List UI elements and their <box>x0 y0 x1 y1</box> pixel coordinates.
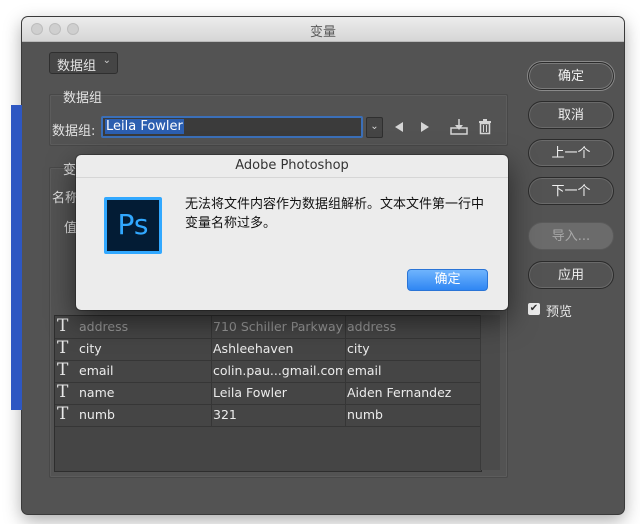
table-row[interactable]: T name Leila Fowler Aiden Fernandez <box>55 382 481 405</box>
dataset-select-dropdown[interactable]: ⌄ <box>366 117 383 138</box>
previous-dataset-arrow-icon[interactable] <box>394 121 404 133</box>
table-row[interactable]: T city Ashleehaven city <box>55 338 481 361</box>
ok-button[interactable]: 确定 <box>528 62 614 90</box>
variables-table: T address 710 Schiller Parkways address … <box>54 315 482 472</box>
next-button[interactable]: 下一个 <box>528 177 614 205</box>
apply-button[interactable]: 应用 <box>528 261 614 289</box>
cancel-button[interactable]: 取消 <box>528 101 614 129</box>
alert-title: Adobe Photoshop <box>235 158 349 173</box>
table-cell-value: address <box>347 319 397 334</box>
table-cell-value: colin.pau...gmail.com <box>213 363 343 378</box>
dataset-name-value: Leila Fowler <box>105 119 184 134</box>
photoshop-app-icon: Ps <box>104 197 162 254</box>
dataset-name-input[interactable]: Leila Fowler <box>101 116 363 138</box>
table-row[interactable]: T email colin.pau...gmail.com email <box>55 360 481 383</box>
table-cell-value: email <box>347 363 382 378</box>
background-selection-strip <box>11 105 22 410</box>
window-title: 变量 <box>309 25 336 40</box>
table-cell-name: email <box>79 363 114 378</box>
table-cell-value: 321 <box>213 407 237 422</box>
text-variable-icon: T <box>57 338 69 358</box>
table-cell-name: city <box>79 341 102 356</box>
previous-button[interactable]: 上一个 <box>528 139 614 167</box>
text-variable-icon: T <box>57 316 69 336</box>
dataset-menu-dropdown[interactable]: 数据组 ⌄ <box>49 52 118 74</box>
trash-icon[interactable] <box>478 119 492 135</box>
table-cell-value: Leila Fowler <box>213 385 287 400</box>
alert-message: 无法将文件内容作为数据组解析。文本文件第一行中变量名称过多。 <box>185 197 485 231</box>
preview-label: 预览 <box>546 305 573 320</box>
variable-name-label: 名称 <box>52 191 79 206</box>
title-bar: 变量 <box>22 17 624 42</box>
error-alert-dialog: Adobe Photoshop Ps 无法将文件内容作为数据组解析。文本文件第一… <box>76 155 508 310</box>
table-cell-name: address <box>79 319 129 334</box>
import-button[interactable]: 导入... <box>528 222 614 250</box>
table-cell-value: city <box>347 341 370 356</box>
text-variable-icon: T <box>57 360 69 380</box>
table-cell-value: numb <box>347 407 383 422</box>
table-cell-name: name <box>79 385 115 400</box>
table-cell-value: Ashleehaven <box>213 341 294 356</box>
table-cell-name: numb <box>79 407 115 422</box>
save-dataset-icon[interactable] <box>450 118 468 135</box>
table-row[interactable]: T numb 321 numb <box>55 404 481 427</box>
text-variable-icon: T <box>57 404 69 424</box>
chevron-down-icon: ⌄ <box>102 55 111 66</box>
variables-group-title: 变 <box>63 163 77 178</box>
table-scrollbar[interactable] <box>480 315 500 470</box>
text-variable-icon: T <box>57 382 69 402</box>
dataset-menu-label: 数据组 <box>57 59 97 74</box>
table-row[interactable]: T address 710 Schiller Parkways address <box>55 316 481 339</box>
preview-checkbox[interactable]: ✔ <box>528 303 540 315</box>
table-cell-value: Aiden Fernandez <box>347 385 452 400</box>
alert-ok-button[interactable]: 确定 <box>407 269 488 291</box>
next-dataset-arrow-icon[interactable] <box>420 121 430 133</box>
dataset-field-label: 数据组: <box>52 124 96 139</box>
dataset-group-title: 数据组 <box>63 91 103 106</box>
table-cell-value: 710 Schiller Parkways <box>213 319 343 334</box>
